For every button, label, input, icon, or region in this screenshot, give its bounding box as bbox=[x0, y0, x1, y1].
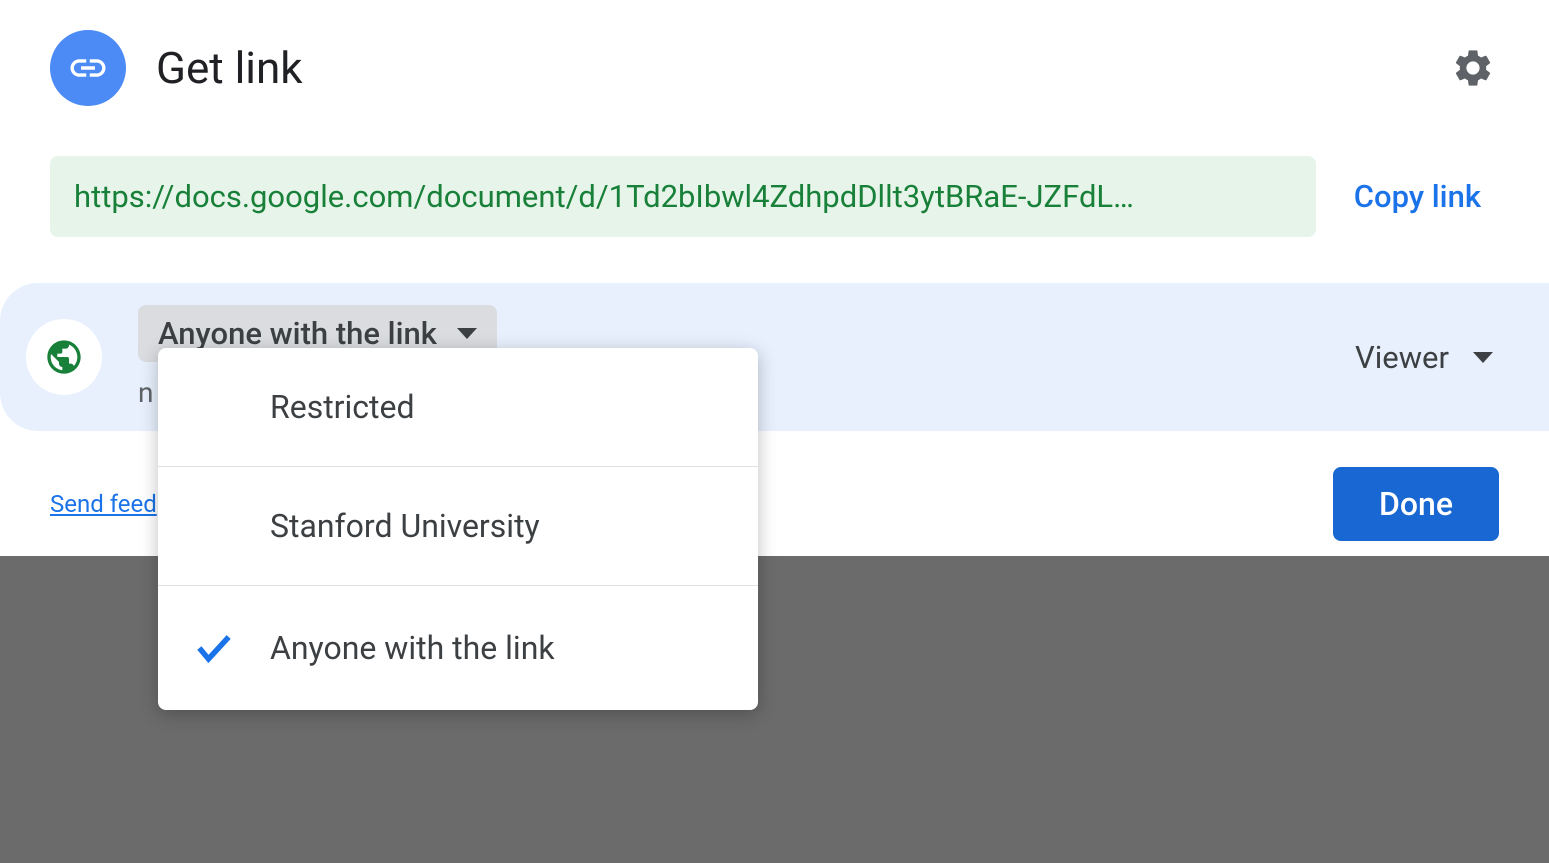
link-icon-circle bbox=[50, 30, 126, 106]
scope-option-anyone[interactable]: Anyone with the link bbox=[158, 586, 758, 710]
link-icon bbox=[67, 47, 109, 89]
role-dropdown-trigger[interactable]: Viewer bbox=[1339, 331, 1509, 384]
globe-icon-circle bbox=[26, 319, 102, 395]
menu-item-label: Anyone with the link bbox=[270, 629, 555, 667]
check-icon bbox=[188, 626, 240, 670]
chevron-down-icon bbox=[457, 328, 477, 339]
done-button[interactable]: Done bbox=[1333, 467, 1499, 541]
dialog-header: Get link bbox=[0, 0, 1549, 126]
send-feedback-link[interactable]: Send feed bbox=[50, 490, 157, 518]
scope-option-restricted[interactable]: Restricted bbox=[158, 348, 758, 467]
link-row: https://docs.google.com/document/d/1Td2b… bbox=[50, 156, 1499, 237]
link-url-display[interactable]: https://docs.google.com/document/d/1Td2b… bbox=[50, 156, 1316, 237]
menu-item-label: Stanford University bbox=[270, 507, 540, 545]
role-selected-label: Viewer bbox=[1355, 339, 1449, 376]
gear-icon bbox=[1451, 46, 1495, 90]
menu-item-label: Restricted bbox=[270, 388, 415, 426]
scope-option-stanford[interactable]: Stanford University bbox=[158, 467, 758, 586]
chevron-down-icon bbox=[1473, 352, 1493, 363]
globe-icon bbox=[44, 337, 84, 377]
copy-link-button[interactable]: Copy link bbox=[1336, 178, 1499, 215]
settings-button[interactable] bbox=[1447, 42, 1499, 94]
dialog-title: Get link bbox=[156, 42, 303, 94]
scope-selected-label: Anyone with the link bbox=[158, 315, 437, 352]
scope-dropdown-menu: Restricted Stanford University Anyone wi… bbox=[158, 348, 758, 710]
